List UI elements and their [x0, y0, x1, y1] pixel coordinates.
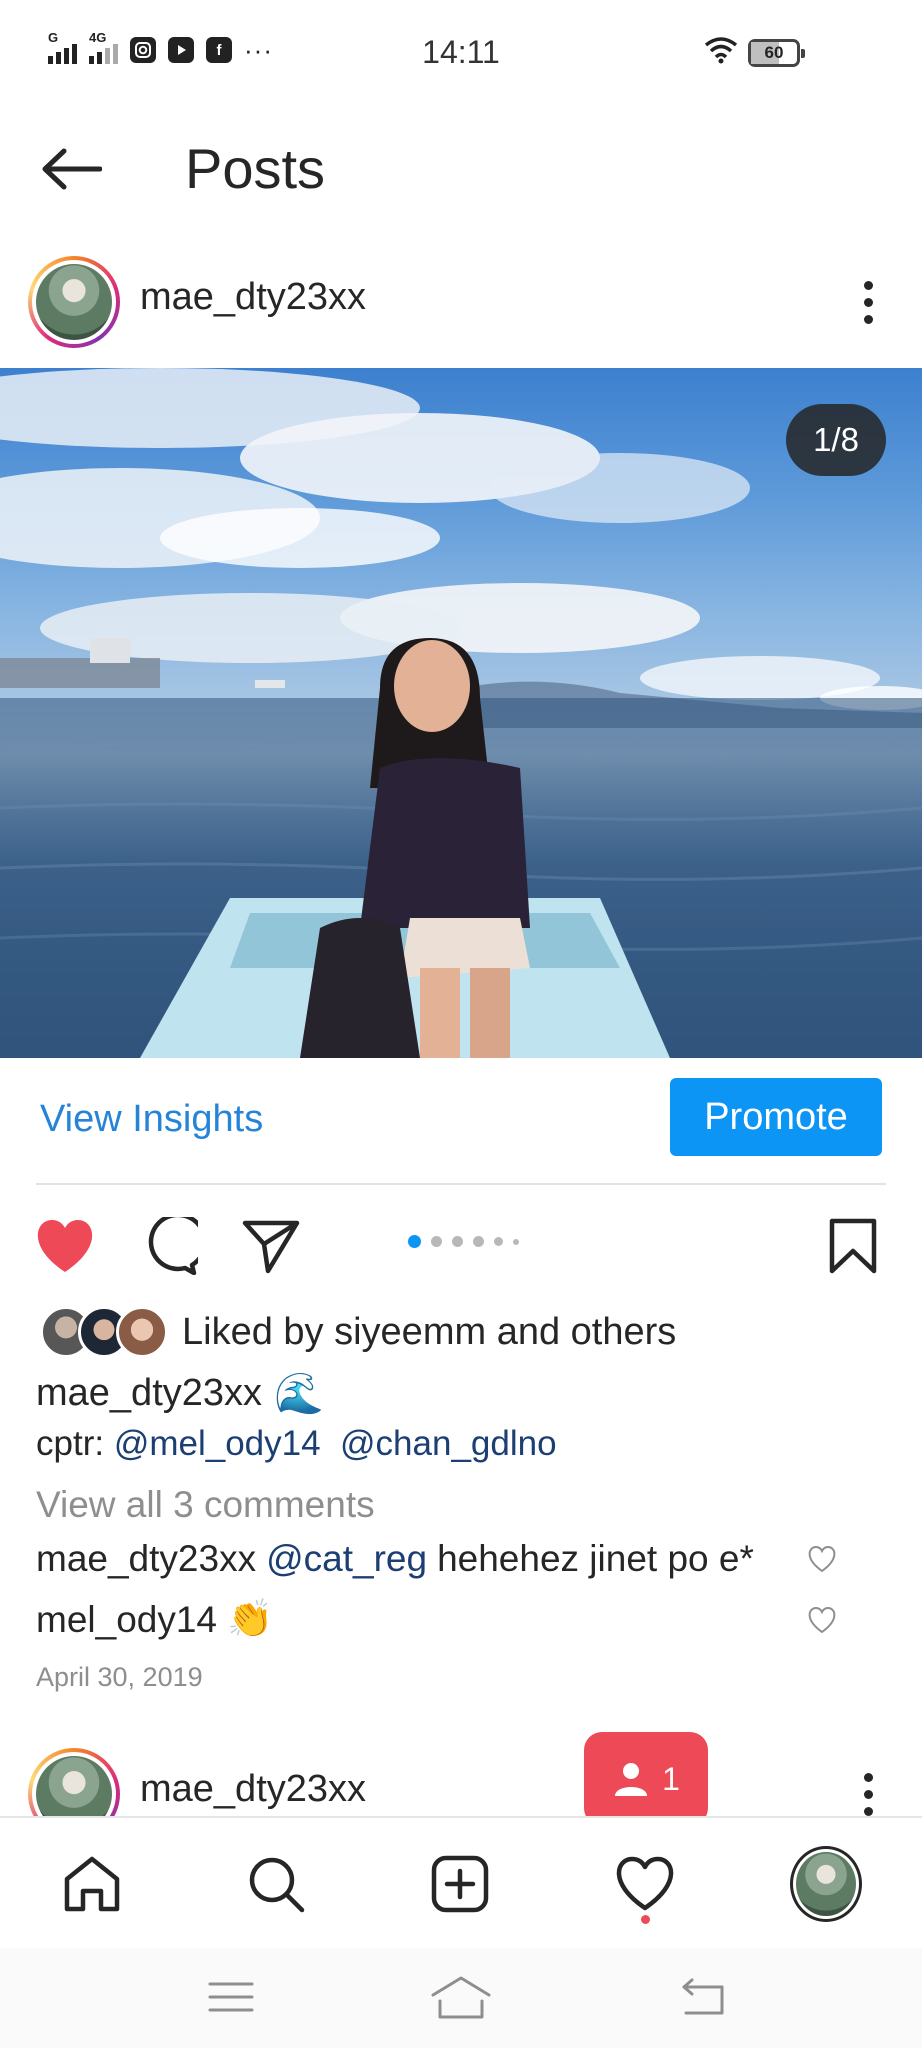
- comment-mention[interactable]: @cat_reg: [266, 1538, 427, 1580]
- comment-row: mel_ody14 👏: [36, 1598, 886, 1641]
- system-back-button[interactable]: [668, 1972, 738, 2022]
- nav-new-post[interactable]: [424, 1848, 496, 1920]
- post-username[interactable]: mae_dty23xx: [140, 276, 366, 319]
- comment-button[interactable]: [136, 1213, 202, 1279]
- status-right: 60: [704, 36, 805, 69]
- carousel-dot: [494, 1237, 503, 1246]
- carousel-dot: [473, 1236, 484, 1247]
- home-icon: [431, 1976, 491, 2019]
- carousel-dot: [513, 1238, 519, 1245]
- liker-avatar: [116, 1306, 168, 1358]
- comment-text: hehehez jinet po e*: [437, 1538, 754, 1579]
- heart-filled-icon: [37, 1220, 93, 1272]
- battery-icon: 60: [748, 38, 805, 67]
- more-options-button[interactable]: [848, 1766, 888, 1822]
- profile-avatar: [790, 1846, 862, 1922]
- wave-emoji: 🌊: [274, 1372, 324, 1416]
- carousel-dot-active: [408, 1235, 421, 1248]
- save-button[interactable]: [820, 1213, 886, 1279]
- credit-prefix: cptr:: [36, 1424, 105, 1463]
- share-button[interactable]: [238, 1213, 304, 1279]
- post-date: April 30, 2019: [36, 1662, 203, 1692]
- post-action-bar: [0, 1205, 922, 1281]
- notification-count: 1: [662, 1760, 680, 1797]
- top-header: Posts: [0, 106, 922, 226]
- carousel-dot: [431, 1236, 442, 1247]
- photo-credit: cptr: @mel_ody14 @chan_gdlno: [36, 1424, 557, 1464]
- view-all-comments-link[interactable]: View all 3 comments: [36, 1484, 375, 1526]
- system-menu-button[interactable]: [196, 1972, 266, 2022]
- wifi-icon: [704, 36, 738, 69]
- system-home-button[interactable]: [426, 1972, 496, 2022]
- user-avatar[interactable]: [28, 256, 120, 348]
- nav-activity[interactable]: [609, 1848, 681, 1920]
- beach-photo: [0, 368, 922, 1058]
- nav-search[interactable]: [240, 1848, 312, 1920]
- menu-icon: [208, 1982, 254, 2012]
- caption-username[interactable]: mae_dty23xx: [36, 1372, 262, 1415]
- mention-link[interactable]: @mel_ody14: [114, 1424, 321, 1463]
- post-header: mae_dty23xx: [0, 246, 922, 356]
- heart-outline-icon: [808, 1606, 836, 1633]
- home-icon: [64, 1856, 120, 1912]
- activity-indicator-dot: [641, 1915, 650, 1924]
- bottom-navigation: [0, 1816, 922, 1948]
- mention-link[interactable]: @chan_gdlno: [340, 1424, 557, 1463]
- like-button[interactable]: [32, 1213, 98, 1279]
- nav-home[interactable]: [56, 1848, 128, 1920]
- comment-username[interactable]: mel_ody14: [36, 1599, 217, 1641]
- page-title: Posts: [185, 137, 326, 200]
- comment-like-button[interactable]: [804, 1602, 840, 1638]
- back-icon: [682, 1978, 724, 2015]
- post-username[interactable]: mae_dty23xx: [140, 1768, 366, 1811]
- battery-level: 60: [764, 42, 784, 62]
- new-post-icon: [431, 1855, 489, 1913]
- search-icon: [249, 1857, 305, 1913]
- likes-summary[interactable]: Liked by siyeemm and others: [40, 1304, 676, 1360]
- bookmark-icon: [829, 1218, 877, 1274]
- person-icon: [615, 1763, 648, 1796]
- comment-text: 👏: [227, 1598, 274, 1639]
- liked-by-mid: and: [496, 1310, 561, 1353]
- liker-avatars: [40, 1306, 170, 1358]
- view-insights-link[interactable]: View Insights: [40, 1098, 263, 1141]
- carousel-indicator: [408, 1235, 519, 1248]
- comment-row: mae_dty23xx @cat_reg hehehez jinet po e*: [36, 1538, 886, 1580]
- send-icon: [242, 1220, 300, 1274]
- image-counter: 1/8: [786, 404, 886, 476]
- heart-outline-icon: [808, 1545, 836, 1573]
- promote-button[interactable]: Promote: [670, 1078, 882, 1156]
- more-options-button[interactable]: [848, 274, 888, 330]
- arrow-left-icon: [42, 148, 102, 190]
- back-button[interactable]: [36, 134, 106, 204]
- status-bar: G 4G f ··· 14:11 60: [0, 0, 922, 106]
- comment-username[interactable]: mae_dty23xx: [36, 1538, 256, 1580]
- follower-notification-bubble[interactable]: 1: [584, 1732, 708, 1840]
- comment-like-button[interactable]: [804, 1541, 840, 1577]
- comment-icon: [148, 1217, 198, 1275]
- carousel-dot: [452, 1236, 463, 1247]
- liked-by-others[interactable]: others: [571, 1311, 677, 1353]
- caption: mae_dty23xx 🌊: [36, 1370, 324, 1417]
- liked-by-prefix: Liked by: [182, 1310, 324, 1353]
- divider: [36, 1183, 886, 1185]
- system-navigation: [0, 1948, 922, 2048]
- liked-by-user[interactable]: siyeemm: [334, 1311, 486, 1353]
- post-photo[interactable]: 1/8: [0, 368, 922, 1058]
- likes-text: Liked by siyeemm and others: [182, 1311, 676, 1354]
- nav-profile[interactable]: [790, 1846, 862, 1922]
- activity-heart-icon: [616, 1856, 674, 1911]
